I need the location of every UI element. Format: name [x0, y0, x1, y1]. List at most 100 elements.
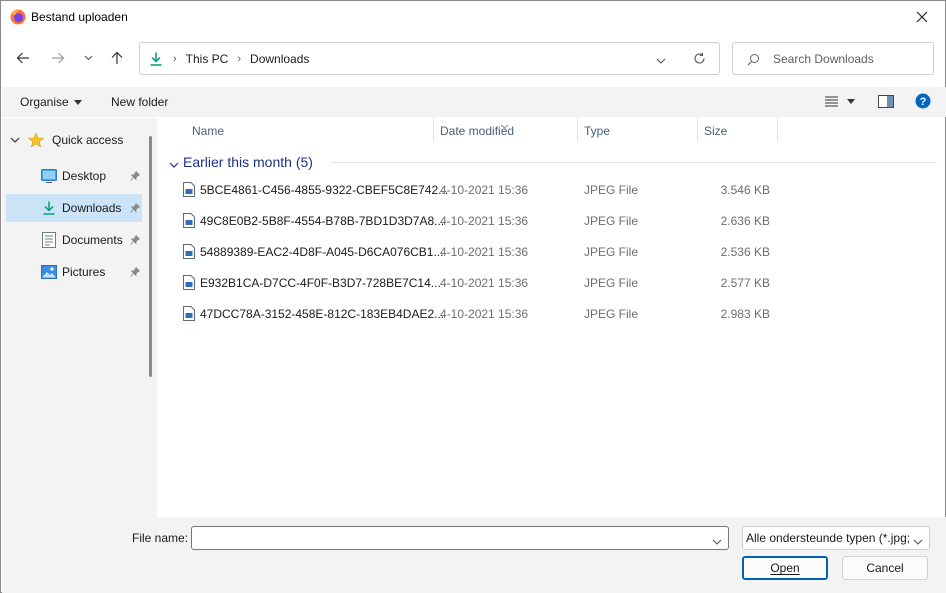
column-header-date[interactable]: Date modified	[440, 124, 514, 138]
breadcrumb-this-pc[interactable]: This PC	[186, 52, 229, 66]
file-date: 4-10-2021 15:36	[440, 307, 529, 321]
navigation-pane: Quick access Desktop Downloads Documents	[2, 118, 157, 517]
image-file-icon	[183, 275, 195, 290]
back-button[interactable]	[10, 45, 36, 71]
desktop-icon	[40, 167, 58, 185]
search-box[interactable]: Search Downloads	[732, 42, 934, 75]
new-folder-button[interactable]: New folder	[111, 95, 168, 109]
address-bar[interactable]: › This PC › Downloads	[139, 42, 720, 75]
file-upload-dialog: Bestand uploaden › This PC › Downloads S…	[0, 0, 946, 593]
file-name: 54889389-EAC2-4D8F-A045-D6CA076CB1...	[200, 245, 444, 259]
group-header[interactable]: Earlier this month (5)	[183, 154, 313, 170]
cancel-button[interactable]: Cancel	[842, 556, 928, 580]
column-header-type[interactable]: Type	[584, 124, 610, 138]
title-bar: Bestand uploaden	[1, 1, 945, 33]
chevron-down-icon	[656, 58, 666, 64]
sidebar-item-pictures[interactable]: Pictures	[6, 258, 142, 286]
file-date: 4-10-2021 15:36	[440, 276, 529, 290]
forward-button[interactable]	[45, 45, 71, 71]
file-date: 4-10-2021 15:36	[440, 183, 529, 197]
table-row[interactable]: E932B1CA-D7CC-4F0F-B3D7-728BE7C14... 4-10…	[179, 268, 939, 299]
table-row[interactable]: 54889389-EAC2-4D8F-A045-D6CA076CB1... 4-1…	[179, 237, 939, 268]
file-name-field[interactable]	[191, 526, 729, 550]
file-name-label: File name:	[132, 531, 189, 545]
pin-icon	[130, 202, 141, 216]
file-name: E932B1CA-D7CC-4F0F-B3D7-728BE7C14...	[200, 276, 441, 290]
list-view-icon	[825, 96, 838, 107]
file-name: 5BCE4861-C456-4855-9322-CBEF5C8E742...	[200, 183, 449, 197]
recent-locations-button[interactable]	[76, 45, 100, 71]
breadcrumb: › This PC › Downloads	[148, 43, 309, 74]
sidebar-item-downloads[interactable]: Downloads	[6, 194, 142, 222]
arrow-left-icon	[16, 52, 29, 64]
search-input[interactable]: Search Downloads	[773, 52, 874, 66]
caret-down-icon	[73, 99, 82, 105]
help-icon: ?	[915, 93, 931, 109]
document-icon	[40, 231, 58, 249]
file-size: 2.577 KB	[720, 276, 770, 290]
address-history-dropdown[interactable]	[656, 54, 666, 68]
image-file-icon	[183, 306, 195, 321]
image-file-icon	[183, 213, 195, 228]
pictures-icon	[40, 263, 58, 281]
preview-pane-button[interactable]	[878, 95, 894, 111]
file-date: 4-10-2021 15:36	[440, 214, 529, 228]
arrow-up-icon	[111, 51, 123, 64]
table-row[interactable]: 47DCC78A-3152-458E-812C-183EB4DAE2... 4-1…	[179, 299, 939, 330]
refresh-icon	[694, 52, 705, 64]
file-size: 3.546 KB	[720, 183, 770, 197]
dialog-footer: File name: Alle ondersteunde typen (*.jp…	[2, 517, 946, 593]
star-icon	[28, 132, 44, 148]
column-header-size[interactable]: Size	[704, 124, 727, 138]
file-date: 4-10-2021 15:36	[440, 245, 529, 259]
column-divider[interactable]	[777, 118, 778, 142]
sidebar-item-documents[interactable]: Documents	[6, 226, 142, 254]
chevron-down-icon	[84, 55, 92, 61]
chevron-right-icon: ›	[237, 52, 242, 65]
open-button-label: Open	[770, 561, 800, 575]
download-icon	[40, 199, 58, 217]
sidebar-scrollbar[interactable]	[149, 136, 152, 377]
file-name-dropdown[interactable]	[712, 535, 722, 549]
chevron-down-icon	[913, 535, 923, 549]
window-title: Bestand uploaden	[31, 10, 128, 24]
quick-access-label: Quick access	[52, 133, 124, 147]
sidebar-item-label: Desktop	[62, 169, 107, 183]
file-size: 2.636 KB	[720, 214, 770, 228]
organise-button[interactable]: Organise	[20, 95, 82, 109]
refresh-button[interactable]	[693, 52, 706, 68]
table-row[interactable]: 5BCE4861-C456-4855-9322-CBEF5C8E742... 4-…	[179, 175, 939, 206]
file-size: 2.536 KB	[720, 245, 770, 259]
view-options-button[interactable]	[825, 96, 855, 107]
breadcrumb-downloads[interactable]: Downloads	[250, 52, 309, 66]
up-button[interactable]	[104, 45, 130, 71]
close-button[interactable]	[899, 1, 945, 33]
sidebar-item-desktop[interactable]: Desktop	[6, 162, 142, 190]
help-button[interactable]: ?	[915, 93, 931, 112]
chevron-down-icon	[10, 137, 20, 143]
open-button[interactable]: Open	[742, 556, 828, 580]
sidebar-item-label: Pictures	[62, 265, 106, 279]
table-row[interactable]: 49C8E0B2-5B8F-4554-B78B-7BD1D3D7A8... 4-1…	[179, 206, 939, 237]
close-icon	[916, 11, 928, 23]
cancel-button-label: Cancel	[866, 561, 904, 575]
sidebar-item-label: Downloads	[62, 201, 122, 215]
svg-text:?: ?	[920, 96, 927, 108]
column-divider[interactable]	[433, 118, 434, 142]
group-collapse-toggle[interactable]	[169, 158, 179, 172]
file-name: 49C8E0B2-5B8F-4554-B78B-7BD1D3D7A8...	[200, 214, 445, 228]
preview-pane-icon	[878, 95, 894, 108]
file-type: JPEG File	[584, 245, 639, 259]
file-type-select[interactable]: Alle ondersteunde typen (*.jpg;	[742, 526, 930, 550]
download-icon	[150, 52, 162, 66]
column-header-name[interactable]: Name	[192, 124, 224, 138]
column-divider[interactable]	[577, 118, 578, 142]
chevron-down-icon	[712, 539, 722, 545]
file-type: JPEG File	[584, 183, 639, 197]
pin-icon	[130, 234, 141, 248]
column-divider[interactable]	[697, 118, 698, 142]
chevron-right-icon: ›	[173, 52, 177, 65]
quick-access-header[interactable]: Quick access	[10, 132, 123, 148]
firefox-icon	[10, 9, 26, 25]
caret-down-icon	[847, 99, 855, 104]
